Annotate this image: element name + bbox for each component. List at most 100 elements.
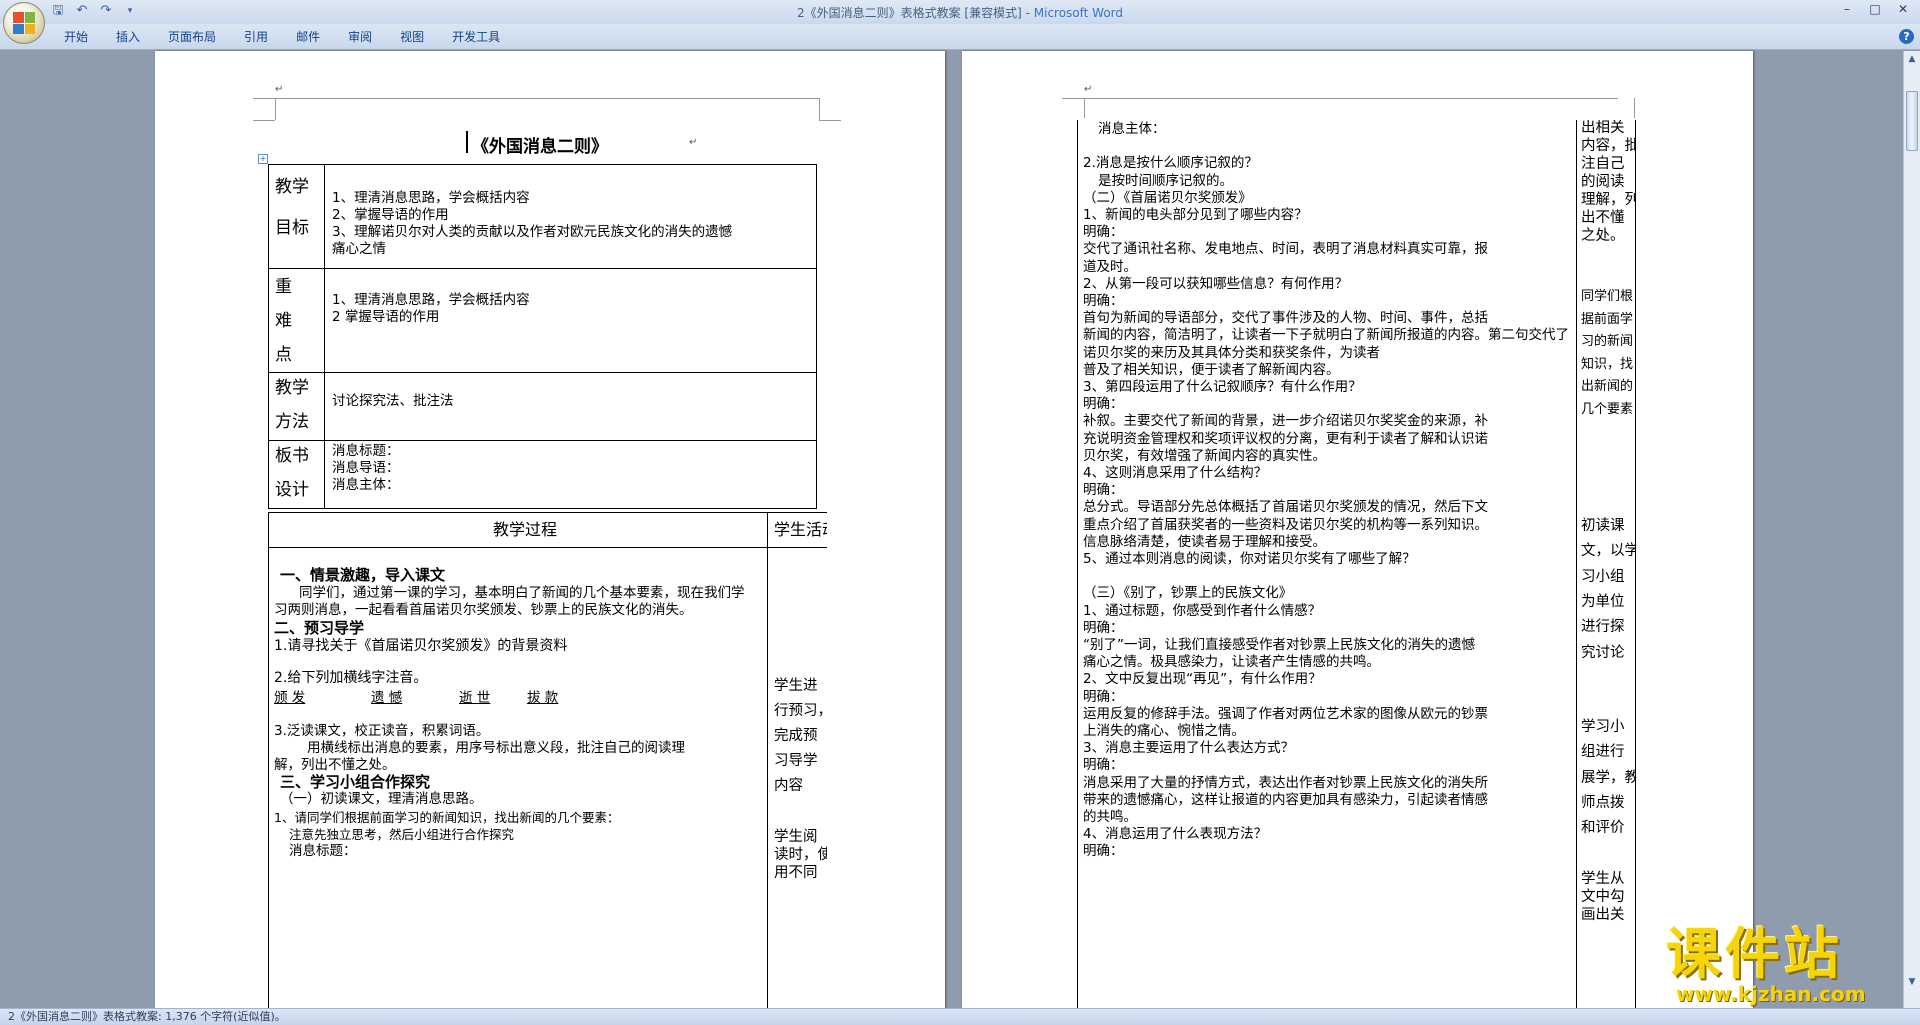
page-title[interactable]: 《外国消息二则》 — [472, 132, 608, 157]
tab-view[interactable]: 视图 — [386, 29, 438, 45]
process-content-cell[interactable]: 一、情景激趣，导入课文 同学们，通过第一课的学习，基本明白了新闻的几个基本要素，… — [268, 547, 768, 1008]
method-content-cell[interactable]: 讨论探究法、批注法 — [324, 372, 817, 441]
page2-line: 1、新闻的电头部分见到了哪些内容？ — [1083, 207, 1308, 223]
objective-line: 2、掌握导语的作用 — [332, 207, 449, 223]
help-icon[interactable]: ? — [1899, 29, 1914, 44]
tab-insert[interactable]: 插入 — [102, 29, 154, 45]
title-bar: 🖫 ↶ ↷ ▾ 2《外国消息二则》表格式教案 [兼容模式] - Microsof… — [0, 0, 1920, 24]
student-activity-line: 出新闻的 — [1581, 379, 1634, 394]
page2-line: 明确： — [1083, 619, 1124, 636]
page2-line: 总分式。导语部分先总体概括了首届诺贝尔奖颁发的情况，然后下文 — [1083, 499, 1488, 516]
page2-line: 4、这则消息采用了什么结构？ — [1083, 465, 1268, 481]
method-text: 讨论探究法、批注法 — [332, 393, 454, 409]
tab-page-layout[interactable]: 页面布局 — [154, 29, 230, 45]
student-activity-cell-continued[interactable]: 出相关 内容，批 注自己 的阅读 理解，列 出不懂 之处。 同学们根 据前面学 习的新闻 知识，找出… — [1576, 120, 1636, 1008]
window-title: 2《外国消息二则》表格式教案 [兼容模式] - Microsoft Word — [796, 6, 1124, 20]
student-header: 学生活动 — [774, 520, 827, 539]
student-activity-line: 用不同 — [774, 865, 818, 881]
page2-line: 3、第四段运用了什么记叙顺序？有什么作用？ — [1083, 379, 1362, 395]
keypoint-line: 2 掌握导语的作用 — [332, 309, 440, 325]
header-corner — [275, 98, 276, 120]
page2-line: 新闻的内容，简洁明了，让读者一下子就明白了新闻所报道的内容。第二句交代了诺贝尔奖… — [1083, 327, 1569, 361]
board-line: 消息导语： — [332, 460, 400, 476]
header-line — [1062, 98, 1618, 99]
student-activity-line: 学生阅 — [774, 829, 818, 845]
process-paragraph: 同学们，通过第一课的学习，基本明白了新闻的几个基本要素，现在我们学 — [299, 585, 745, 601]
keypoint-line: 1、理清消息思路，学会概括内容 — [332, 292, 530, 308]
student-activity-line: 完成预 — [774, 728, 818, 744]
paragraph-mark: ↵ — [1084, 84, 1093, 95]
student-activity-line: 文中勾 — [1581, 889, 1625, 905]
ribbon: 开始 插入 页面布局 引用 邮件 审阅 视图 开发工具 ? — [0, 24, 1920, 50]
page2-line: 4、消息运用了什么表现方法？ — [1083, 826, 1268, 843]
header-corner — [1634, 98, 1635, 118]
tab-developer[interactable]: 开发工具 — [438, 29, 514, 45]
page2-line: （三）《别了，钞票上的民族文化》 — [1083, 585, 1293, 602]
process-paragraph: 解，列出不懂之处。 — [274, 757, 396, 773]
process-question: 3.泛读课文，校正读音，积累词语。 — [274, 723, 490, 739]
student-activity-line: 为单位 — [1581, 593, 1625, 610]
page2-line: 3、消息主要运用了什么表达方式？ — [1083, 740, 1295, 757]
scrollbar-thumb[interactable] — [1906, 91, 1918, 151]
process-paragraph: 消息标题： — [289, 843, 357, 859]
student-activity-line: 出相关 — [1581, 120, 1625, 136]
keypoints-label: 难 — [275, 311, 292, 331]
student-activity-line: 文，以学 — [1581, 543, 1636, 560]
tab-mailings[interactable]: 邮件 — [282, 29, 334, 45]
student-activity-line: 的阅读 — [1581, 174, 1625, 190]
header-line — [253, 98, 819, 99]
scroll-down-icon[interactable]: ▼ — [1906, 976, 1918, 988]
page2-line: 明确： — [1083, 293, 1124, 309]
process-content-cell-continued[interactable]: 消息主体： 2.消息是按什么顺序记叙的？ 是按时间顺序记叙的。 （二）《首届诺贝尔奖颁… — [1077, 120, 1577, 1008]
objectives-content-cell[interactable]: 1、理清消息思路，学会概括内容 2、掌握导语的作用 3、理解诺贝尔对人类的贡献以… — [324, 164, 817, 269]
keypoints-label: 点 — [275, 345, 292, 365]
paragraph-mark: ↵ — [275, 84, 284, 95]
page2-line: 带来的遗憾痛心，这样让报道的内容更加具有感染力，引起读者情感 — [1083, 791, 1488, 808]
board-label: 设计 — [275, 480, 309, 500]
tab-home[interactable]: 开始 — [50, 29, 102, 45]
pinyin-word: 颁 发 — [274, 690, 306, 706]
student-activity-line: 习小组 — [1581, 568, 1625, 585]
tab-references[interactable]: 引用 — [230, 29, 282, 45]
tab-review[interactable]: 审阅 — [334, 29, 386, 45]
page2-line: 运用反复的修辞手法。强调了作者对两位艺术家的图像从欧元的钞票 — [1083, 705, 1488, 722]
keypoints-label-cell: 重 难 点 — [268, 268, 325, 373]
page2-line: 明确： — [1083, 482, 1124, 499]
watermark-url: www.kjzhan.com — [1676, 982, 1866, 1006]
method-label: 教学 — [275, 378, 309, 398]
ribbon-tabs: 开始 插入 页面布局 引用 邮件 审阅 视图 开发工具 — [50, 29, 514, 45]
process-header: 教学过程 — [493, 520, 558, 539]
board-line: 消息标题： — [332, 443, 400, 459]
student-activity-cell[interactable]: 学生进 行预习， 完成预 习导学 内容 学生阅 读时，使 用不同 — [767, 547, 827, 1008]
objectives-label: 目标 — [275, 218, 309, 238]
process-paragraph: 1、请同学们根据前面学习的新闻知识，找出新闻的几个要素： — [274, 810, 620, 825]
document-page-1[interactable]: ↵ 《外国消息二则》 ↵ + 教学 目标 1、理清消息思路，学会概括内容 2、掌… — [155, 51, 945, 1008]
keypoints-label: 重 — [275, 277, 292, 297]
board-content-cell[interactable]: 消息标题： 消息导语： 消息主体： — [324, 440, 817, 509]
page2-line: 消息主体： — [1098, 121, 1166, 137]
process-paragraph: 习两则消息，一起看看首届诺贝尔奖颁发、钞票上的民族文化的消失。 — [274, 602, 693, 618]
student-activity-line: 内容 — [774, 778, 803, 794]
method-label: 方法 — [275, 412, 309, 432]
office-button[interactable] — [3, 2, 45, 44]
page2-line: 是按时间顺序记叙的。 — [1098, 172, 1233, 189]
scroll-up-icon[interactable]: ▲ — [1906, 53, 1918, 65]
text-cursor — [466, 131, 468, 153]
process-question: 2.给下列加横线字注音。 — [274, 670, 428, 686]
word-count-status[interactable]: 2《外国消息二则》表格式教案: 1,376 个字符(近似值)。 — [8, 1010, 286, 1023]
vertical-scrollbar[interactable]: ▲ ▼ — [1903, 51, 1920, 1008]
page2-line: 补叙。主要交代了新闻的背景，进一步介绍诺贝尔奖奖金的来源，补 — [1083, 413, 1488, 430]
page2-line: 明确： — [1083, 757, 1124, 774]
objectives-label-cell: 教学 目标 — [268, 164, 325, 269]
page2-line: 明确： — [1083, 224, 1124, 241]
restore-icon[interactable]: □ — [1862, 1, 1888, 18]
minimize-icon[interactable]: – — [1834, 1, 1860, 18]
table-move-handle-icon[interactable]: + — [258, 154, 268, 164]
watermark-main-text: 课件站 — [1666, 922, 1844, 986]
student-activity-line: 知识，找 — [1581, 356, 1634, 372]
keypoints-content-cell[interactable]: 1、理清消息思路，学会概括内容 2 掌握导语的作用 — [324, 268, 817, 373]
process-paragraph: 用横线标出消息的要素，用序号标出意义段，批注自己的阅读理 — [307, 740, 685, 756]
header-corner — [819, 98, 820, 120]
document-page-2[interactable]: ↵ 消息主体： 2.消息是按什么顺序记叙的？ 是按时间顺序记叙的。 （二）《首届诺贝尔… — [962, 51, 1753, 1008]
close-icon[interactable]: ✕ — [1890, 1, 1916, 18]
